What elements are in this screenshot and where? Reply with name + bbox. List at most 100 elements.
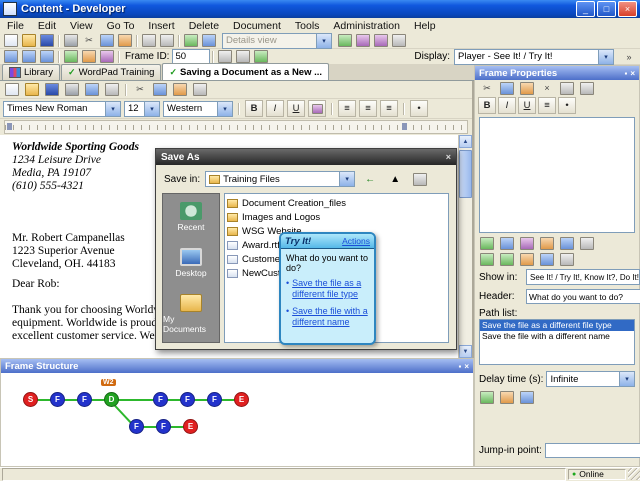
add-path-button[interactable] [478,390,496,404]
panel-close-icon[interactable]: × [630,69,635,78]
frame-node-end[interactable]: E [183,419,198,434]
file-list-item[interactable]: Images and Logos [227,210,446,224]
remove-path-button[interactable] [498,390,516,404]
file-list-item[interactable]: Document Creation_files [227,196,446,210]
close-button[interactable]: × [618,1,637,17]
new-document-button[interactable] [2,34,20,48]
note-button[interactable] [538,252,556,266]
scrollbar-thumb[interactable] [459,150,472,198]
jump-in-input[interactable] [544,443,640,458]
frame-node[interactable]: F [153,392,168,407]
align-center-button[interactable]: ≡ [359,100,377,117]
wp-preview-button[interactable] [83,83,101,97]
editor-vertical-scrollbar[interactable]: ▲ ▼ [458,135,472,358]
wp-copy-button[interactable] [151,83,169,97]
italic-button[interactable]: I [266,100,284,117]
option-link-file-name[interactable]: Save the file with a different name [292,306,369,328]
panel-close-icon[interactable]: × [464,362,469,371]
insert-link-button[interactable] [558,236,576,250]
delay-time-dropdown[interactable]: Infinite ▾ [546,371,635,387]
up-one-level-button[interactable]: ▲ [385,170,405,188]
wp-undo-button[interactable] [191,83,209,97]
frame-node[interactable]: F [207,392,222,407]
frame-node[interactable]: F [50,392,65,407]
fp-delete-button[interactable]: × [538,81,556,95]
script-dropdown[interactable]: Western ▾ [163,100,233,117]
views-button[interactable] [410,170,430,188]
insert-frame-button[interactable] [62,50,80,64]
align-right-button[interactable]: ≡ [380,100,398,117]
zoom-in-button[interactable] [216,50,234,64]
menu-document[interactable]: Document [226,20,288,32]
bubble-style-button[interactable] [578,236,596,250]
back-button[interactable]: ← [360,170,380,188]
frame-node[interactable]: F [180,392,195,407]
place-recent[interactable]: Recent [178,202,204,232]
refresh-button[interactable] [336,34,354,48]
font-name-dropdown[interactable]: Times New Roman ▾ [3,100,121,117]
edit-mode-button[interactable] [182,34,200,48]
frame-node-start[interactable]: S [23,392,38,407]
frame-node[interactable]: F [77,392,92,407]
font-color-button[interactable] [308,100,326,117]
check-in-button[interactable] [354,34,372,48]
next-frame-button[interactable] [38,50,56,64]
delete-frame-button[interactable] [80,50,98,64]
paste-button[interactable] [116,34,134,48]
insert-image-button[interactable] [478,236,496,250]
fp-underline-button[interactable]: U [518,97,536,114]
properties-button[interactable] [390,34,408,48]
scroll-up-icon[interactable]: ▲ [459,135,472,148]
fp-italic-button[interactable]: I [498,97,516,114]
bold-button[interactable]: B [245,100,263,117]
print-button[interactable] [62,34,80,48]
wp-find-button[interactable] [103,83,121,97]
font-size-dropdown[interactable]: 12 ▾ [124,100,160,117]
display-dropdown[interactable]: Player - See It! / Try It! ▾ [454,48,614,65]
frame-node-decision[interactable]: D [104,392,119,407]
undo-button[interactable] [140,34,158,48]
bubble-shape-button[interactable] [478,252,496,266]
pin-icon[interactable]: ▪ [458,362,461,371]
minimize-button[interactable]: _ [576,1,595,17]
show-in-dropdown[interactable]: See It! / Try It!, Know It?, Do It! ▾ [526,269,640,285]
menu-administration[interactable]: Administration [326,20,407,32]
menu-goto[interactable]: Go To [100,20,142,32]
details-view-dropdown[interactable]: Details view ▾ [222,32,332,49]
margin-marker[interactable] [402,123,407,130]
settings-button[interactable] [558,252,576,266]
zoom-out-button[interactable] [234,50,252,64]
place-desktop[interactable]: Desktop [175,248,207,278]
tab-wordpad-training[interactable]: ✓ WordPad Training [61,64,162,80]
path-list-item[interactable]: Save the file with a different name [480,331,634,342]
reorder-path-button[interactable] [518,390,536,404]
pin-icon[interactable]: ▪ [624,69,627,78]
frame-node[interactable]: F [129,419,144,434]
fp-undo-button[interactable] [558,81,576,95]
fp-cut-button[interactable]: ✂ [478,81,496,95]
toolbar-overflow-button[interactable]: » [620,50,638,64]
bubble-pointer-button[interactable] [498,252,516,266]
fp-copy-button[interactable] [498,81,516,95]
open-button[interactable] [20,34,38,48]
bullets-button[interactable]: • [410,100,428,117]
wp-paste-button[interactable] [171,83,189,97]
menu-help[interactable]: Help [407,20,443,32]
redo-button[interactable] [158,34,176,48]
indent-marker[interactable] [7,123,12,130]
actions-link[interactable]: Actions [342,236,370,246]
record-button[interactable] [98,50,116,64]
wp-print-button[interactable] [63,83,81,97]
frame-node[interactable]: F [156,419,171,434]
menu-tools[interactable]: Tools [288,20,327,32]
scroll-down-icon[interactable]: ▼ [459,345,472,358]
attach-file-button[interactable] [538,236,556,250]
insert-video-button[interactable] [518,236,536,250]
align-left-button[interactable]: ≡ [338,100,356,117]
tab-library[interactable]: Library [2,64,61,80]
underline-button[interactable]: U [287,100,305,117]
copy-button[interactable] [98,34,116,48]
fp-bold-button[interactable]: B [478,97,496,114]
path-list-item[interactable]: Save the file as a different file type [480,320,634,331]
frame-id-input[interactable] [172,49,211,64]
